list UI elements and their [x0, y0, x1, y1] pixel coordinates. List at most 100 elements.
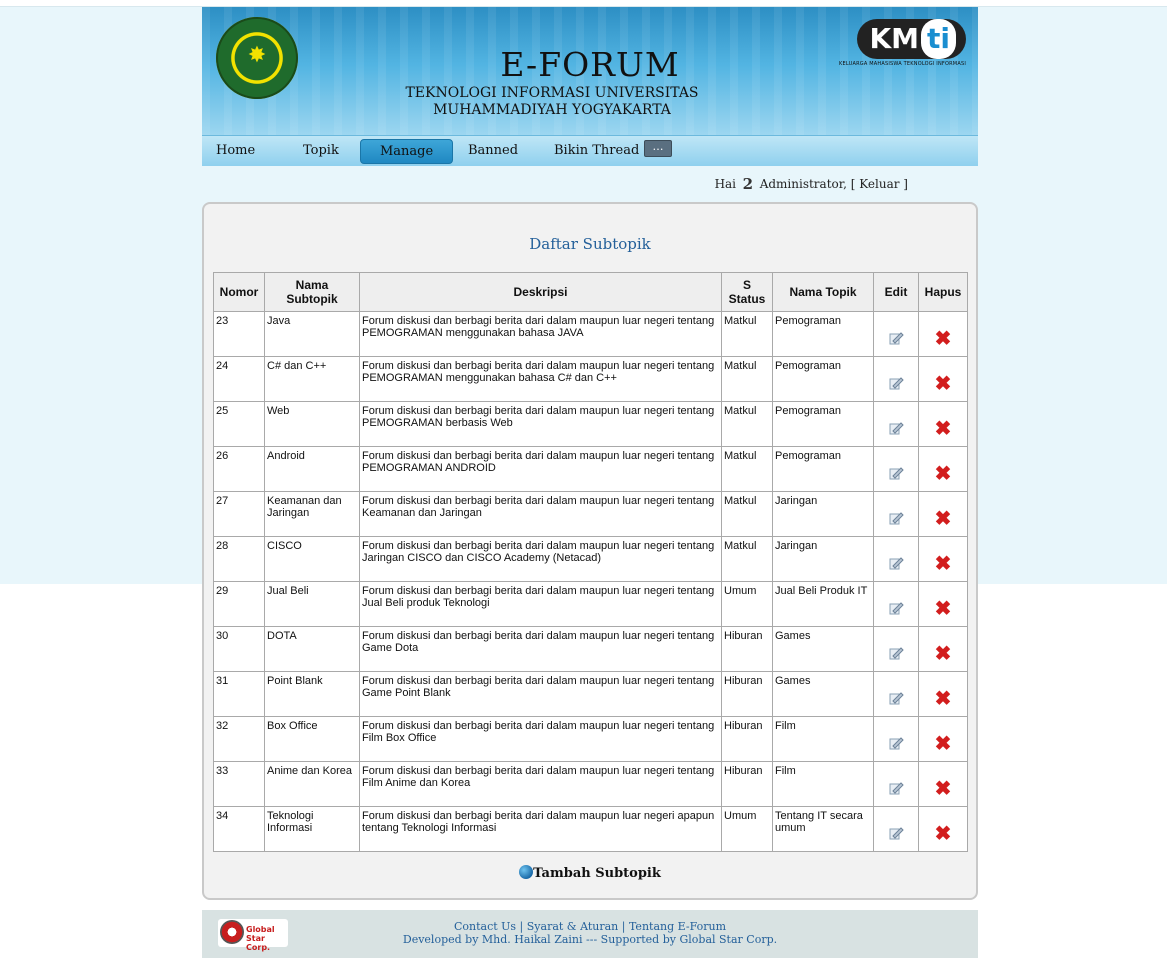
cell-nama-subtopik: Box Office: [264, 716, 360, 762]
header-deskripsi: Deskripsi: [359, 272, 722, 312]
cell-status: Matkul: [721, 401, 773, 447]
nav-topik[interactable]: Topik: [303, 143, 339, 158]
cell-edit: [873, 761, 919, 807]
nav-bikin-thread[interactable]: Bikin Thread: [554, 143, 639, 158]
logout-link[interactable]: [ Keluar ]: [851, 177, 908, 191]
cell-deskripsi: Forum diskusi dan berbagi berita dari da…: [359, 626, 722, 672]
cell-hapus: ✖: [918, 671, 968, 717]
cell-status: Hiburan: [721, 761, 773, 807]
cell-status: Matkul: [721, 536, 773, 582]
cell-edit: [873, 356, 919, 402]
cell-deskripsi: Forum diskusi dan berbagi berita dari da…: [359, 716, 722, 762]
cell-nomor: 23: [213, 311, 265, 357]
cell-hapus: ✖: [918, 446, 968, 492]
table-row: 26 Android Forum diskusi dan berbagi berit…: [213, 446, 968, 492]
delete-icon[interactable]: ✖: [935, 779, 952, 799]
delete-icon[interactable]: ✖: [935, 599, 952, 619]
cell-status: Hiburan: [721, 626, 773, 672]
cell-deskripsi: Forum diskusi dan berbagi berita dari da…: [359, 581, 722, 627]
cell-deskripsi: Forum diskusi dan berbagi berita dari da…: [359, 401, 722, 447]
cell-hapus: ✖: [918, 581, 968, 627]
header-nama-topik: Nama Topik: [772, 272, 874, 312]
edit-icon[interactable]: [888, 555, 904, 571]
cell-nama-subtopik: CISCO: [264, 536, 360, 582]
globe-icon: [519, 865, 534, 879]
cell-nama-subtopik: Teknologi Informasi: [264, 806, 360, 852]
add-subtopik-link[interactable]: Tambah Subtopik: [204, 865, 976, 881]
table-row: 25 Web Forum diskusi dan berbagi berita da…: [213, 401, 968, 447]
cell-edit: [873, 446, 919, 492]
greeting-user: Administrator,: [759, 177, 847, 191]
cell-deskripsi: Forum diskusi dan berbagi berita dari da…: [359, 671, 722, 717]
edit-icon[interactable]: [888, 645, 904, 661]
site-footer: Global Star Corp. Contact Us | Syarat & …: [202, 910, 978, 958]
delete-icon[interactable]: ✖: [935, 464, 952, 484]
edit-icon[interactable]: [888, 465, 904, 481]
cell-edit: [873, 581, 919, 627]
delete-icon[interactable]: ✖: [935, 419, 952, 439]
nav-home[interactable]: Home: [216, 143, 255, 158]
cell-nama-topik: Pemograman: [772, 311, 874, 357]
cell-edit: [873, 491, 919, 537]
edit-icon[interactable]: [888, 330, 904, 346]
delete-icon[interactable]: ✖: [935, 824, 952, 844]
edit-icon[interactable]: [888, 735, 904, 751]
table-header-row: Nomor Nama Subtopik Deskripsi S Status N…: [213, 272, 968, 312]
delete-icon[interactable]: ✖: [935, 644, 952, 664]
table-row: 28 CISCO Forum diskusi dan berbagi berita …: [213, 536, 968, 582]
user-greeting: Hai 2 Administrator, [ Keluar ]: [202, 176, 978, 192]
panel-title: Daftar Subtopik: [529, 235, 651, 253]
delete-icon[interactable]: ✖: [935, 689, 952, 709]
cell-hapus: ✖: [918, 401, 968, 447]
main-nav: Home Topik Manage Banned Bikin Thread …: [202, 135, 978, 166]
cell-hapus: ✖: [918, 716, 968, 762]
edit-icon[interactable]: [888, 600, 904, 616]
subtopik-table: Nomor Nama Subtopik Deskripsi S Status N…: [213, 272, 968, 852]
table-row: 30 DOTA Forum diskusi dan berbagi berita d…: [213, 626, 968, 672]
cell-status: Matkul: [721, 311, 773, 357]
cell-nama-subtopik: Jual Beli: [264, 581, 360, 627]
cell-hapus: ✖: [918, 311, 968, 357]
header-hapus: Hapus: [918, 272, 968, 312]
cell-edit: [873, 716, 919, 762]
cell-nama-subtopik: C# dan C++: [264, 356, 360, 402]
cell-nomor: 31: [213, 671, 265, 717]
delete-icon[interactable]: ✖: [935, 509, 952, 529]
cell-nomor: 26: [213, 446, 265, 492]
delete-icon[interactable]: ✖: [935, 329, 952, 349]
cell-deskripsi: Forum diskusi dan berbagi berita dari da…: [359, 806, 722, 852]
edit-icon[interactable]: [888, 780, 904, 796]
cell-nama-topik: Tentang IT secara umum: [772, 806, 874, 852]
cell-nomor: 34: [213, 806, 265, 852]
edit-icon[interactable]: [888, 825, 904, 841]
cell-deskripsi: Forum diskusi dan berbagi berita dari da…: [359, 311, 722, 357]
delete-icon[interactable]: ✖: [935, 554, 952, 574]
cell-nama-topik: Jaringan: [772, 536, 874, 582]
page-container: ✸ E-FORUM TEKNOLOGI INFORMASI UNIVERSITA…: [202, 7, 978, 958]
footer-links[interactable]: Contact Us | Syarat & Aturan | Tentang E…: [202, 920, 978, 933]
cell-nomor: 27: [213, 491, 265, 537]
edit-icon[interactable]: [888, 375, 904, 391]
cell-nama-topik: Games: [772, 671, 874, 717]
cell-nomor: 29: [213, 581, 265, 627]
cell-nama-subtopik: Android: [264, 446, 360, 492]
kmti-logo-mark: KM ti: [857, 19, 966, 59]
delete-icon[interactable]: ✖: [935, 734, 952, 754]
table-row: 29 Jual Beli Forum diskusi dan berbagi ber…: [213, 581, 968, 627]
cell-nomor: 24: [213, 356, 265, 402]
user-avatar-icon: 2: [742, 175, 754, 193]
edit-icon[interactable]: [888, 690, 904, 706]
nav-banned[interactable]: Banned: [468, 143, 518, 158]
cell-hapus: ✖: [918, 806, 968, 852]
kmti-tagline: KELUARGA MAHASISWA TEKNOLOGI INFORMASI: [839, 61, 966, 67]
delete-icon[interactable]: ✖: [935, 374, 952, 394]
cell-nama-topik: Jual Beli Produk IT: [772, 581, 874, 627]
cell-status: Matkul: [721, 491, 773, 537]
nav-more-icon[interactable]: …: [644, 140, 672, 157]
cell-edit: [873, 536, 919, 582]
edit-icon[interactable]: [888, 420, 904, 436]
cell-status: Hiburan: [721, 716, 773, 762]
edit-icon[interactable]: [888, 510, 904, 526]
table-row: 32 Box Office Forum diskusi dan berbagi be…: [213, 716, 968, 762]
nav-manage[interactable]: Manage: [360, 139, 454, 164]
